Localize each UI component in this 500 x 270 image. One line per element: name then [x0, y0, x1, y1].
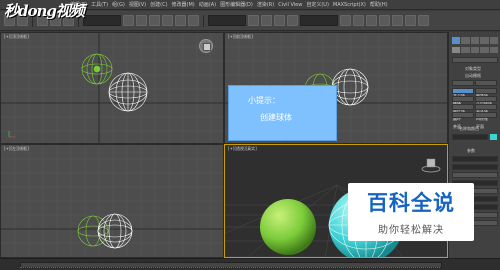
menu-item[interactable]: MAXScript(X) — [333, 2, 366, 8]
object-button[interactable]: 圆柱体 — [452, 96, 474, 113]
tip-body: 创建球体 — [260, 113, 292, 122]
move-icon[interactable] — [162, 15, 173, 26]
white-sphere-wireframe — [108, 72, 148, 112]
layer-icon[interactable] — [366, 15, 377, 26]
object-button[interactable]: 四棱锥 — [475, 104, 497, 121]
menu-item[interactable]: Civil View — [278, 2, 302, 8]
viewport-top[interactable]: [+][顶][线框] — [0, 32, 224, 144]
green-sphere-shaded — [260, 199, 316, 255]
rotate-icon[interactable] — [175, 15, 186, 26]
helpers-icon[interactable] — [489, 47, 499, 53]
segments-spinner[interactable] — [452, 164, 498, 170]
name-field[interactable] — [452, 134, 488, 140]
menu-item[interactable]: 动画(A) — [199, 1, 216, 8]
material-editor-icon[interactable] — [392, 15, 403, 26]
modify-tab-icon[interactable] — [461, 37, 470, 44]
name-color-rollout[interactable]: 名称和颜色 — [459, 126, 479, 132]
green-sphere-wireframe — [81, 53, 113, 85]
tip-box: 小提示： 创建球体 — [228, 85, 337, 141]
object-button[interactable]: 管状体 — [475, 96, 497, 113]
video-logo: 秒dong视频 — [4, 2, 85, 20]
object-category-icons — [452, 47, 499, 53]
menu-item[interactable]: 自定义(U) — [306, 1, 329, 8]
brand-watermark: 百科全说 助你轻松解决 — [348, 183, 474, 241]
parameters-rollout[interactable]: 参数 — [467, 148, 475, 154]
scale-icon[interactable] — [188, 15, 199, 26]
reference-coord-dropdown[interactable] — [208, 15, 246, 26]
shapes-icon[interactable] — [461, 47, 470, 53]
menu-item[interactable]: 创建(C) — [150, 1, 167, 8]
object-button[interactable]: 长方体 — [452, 80, 474, 97]
curve-editor-icon[interactable] — [379, 15, 390, 26]
display-tab-icon[interactable] — [489, 37, 499, 44]
render-setup-icon[interactable] — [405, 15, 416, 26]
menu-item[interactable]: 图形编辑器(D) — [220, 1, 253, 8]
select-by-name-icon[interactable] — [136, 15, 147, 26]
rollout-title[interactable]: 对象类型 — [465, 66, 481, 72]
geometry-icon[interactable] — [452, 47, 461, 53]
viewport-label[interactable]: [+][透视][真实] — [228, 146, 257, 152]
menu-item[interactable]: 工具(T) — [91, 1, 108, 8]
object-button[interactable]: 茶壶 — [452, 112, 474, 129]
viewport-top-grid — [1, 33, 223, 143]
axis-tripod-icon — [8, 131, 15, 138]
viewport-left-grid — [1, 145, 223, 257]
motion-tab-icon[interactable] — [480, 37, 489, 44]
menu-item[interactable]: 渲染(R) — [257, 1, 274, 8]
select-icon[interactable] — [123, 15, 134, 26]
smooth-checkbox[interactable] — [452, 172, 498, 178]
menu-item[interactable]: 帮助(H) — [370, 1, 388, 8]
region-select-icon[interactable] — [149, 15, 160, 26]
brand-title: 百科全说 — [367, 191, 455, 215]
object-button[interactable]: 几何球体 — [475, 88, 497, 105]
named-selection-dropdown[interactable] — [300, 15, 338, 26]
viewport-label[interactable]: [+][左][线框] — [4, 146, 29, 152]
object-button-sphere[interactable]: 球体 — [452, 88, 474, 105]
toolbar-separator — [203, 14, 204, 27]
object-color-swatch[interactable] — [490, 134, 497, 140]
viewport-label[interactable]: [+][前][线框] — [228, 34, 253, 40]
create-tab-icon[interactable] — [452, 37, 461, 44]
mirror-icon[interactable] — [340, 15, 351, 26]
autogrid-checkbox[interactable]: 自动栅格 — [465, 73, 481, 79]
white-sphere-wireframe — [331, 68, 369, 106]
primitive-type-dropdown[interactable] — [452, 57, 498, 63]
viewport-left[interactable]: [+][左][线框] — [0, 144, 224, 258]
object-button[interactable]: 圆锥体 — [475, 80, 497, 97]
tip-title: 小提示： — [248, 96, 280, 105]
object-button[interactable]: 圆环 — [452, 104, 474, 121]
snap-icon[interactable] — [261, 15, 272, 26]
navigation-wheel-icon[interactable] — [199, 39, 213, 53]
hierarchy-tab-icon[interactable] — [470, 37, 480, 44]
command-panel-tabs — [452, 37, 499, 44]
timeline-status-bar — [0, 258, 500, 270]
brand-subtitle: 助你轻松解决 — [378, 225, 444, 236]
menu-item[interactable]: 组(G) — [112, 1, 125, 8]
lights-icon[interactable] — [470, 47, 480, 53]
green-sphere-wireframe — [77, 215, 109, 247]
viewcube-icon — [421, 158, 441, 173]
viewport-label[interactable]: [+][顶][线框] — [4, 34, 29, 40]
selection-filter-dropdown[interactable] — [83, 15, 121, 26]
menu-item[interactable]: 视图(V) — [129, 1, 146, 8]
menu-item[interactable]: 修改器(M) — [172, 1, 195, 8]
angle-snap-icon[interactable] — [274, 15, 285, 26]
pivot-icon[interactable] — [248, 15, 259, 26]
cameras-icon[interactable] — [480, 47, 489, 53]
render-icon[interactable] — [418, 15, 429, 26]
object-button[interactable]: 平面 — [475, 112, 497, 129]
align-icon[interactable] — [353, 15, 364, 26]
radius-spinner[interactable] — [452, 156, 498, 162]
percent-snap-icon[interactable] — [287, 15, 298, 26]
